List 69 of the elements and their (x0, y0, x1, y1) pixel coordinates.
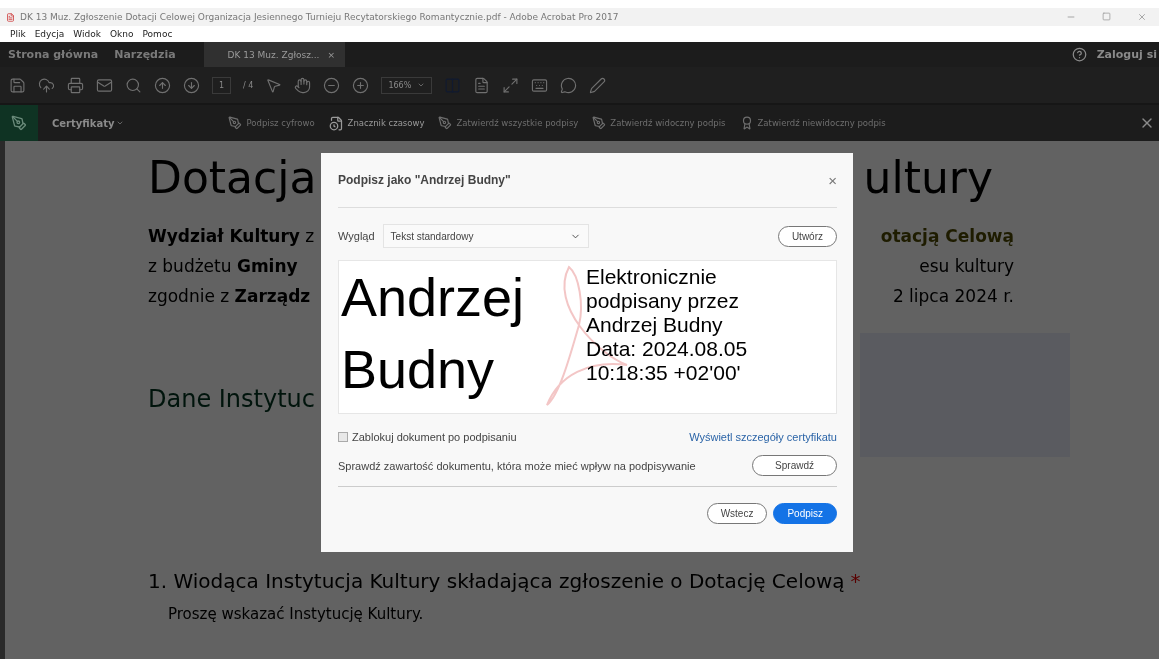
mail-icon[interactable] (96, 76, 113, 94)
signature-detail: Data: 2024.08.05 (586, 337, 748, 361)
create-button[interactable]: Utwórz (777, 225, 837, 247)
close-icon[interactable]: × (828, 171, 837, 189)
search-icon[interactable] (125, 76, 142, 94)
sign-button[interactable]: Podpisz (773, 503, 837, 524)
menu-item[interactable]: Edycja (34, 29, 65, 39)
signature-detail: Andrzej Budny (586, 313, 724, 337)
sign-in-link[interactable]: Zaloguj si (1096, 48, 1157, 61)
zoom-dropdown[interactable]: 166% (381, 76, 433, 94)
document-text: otacją Celową (880, 225, 1014, 248)
cloud-upload-icon[interactable] (38, 76, 55, 94)
certificate-tool-icon[interactable] (0, 105, 38, 141)
check-button[interactable]: Sprawdź (752, 455, 837, 476)
window-title: DK 13 Muz. Zgłoszenie Dotacji Celowej Organizacja Jesiennego Turnieju Recytatorskiego Romantycznie.pdf - Adobe Acrobat Pro 2017 (20, 12, 620, 22)
menu-item[interactable]: Plik (10, 29, 26, 39)
fullscreen-icon[interactable] (502, 76, 520, 94)
signature-detail: podpisany przez (586, 289, 740, 313)
save-icon[interactable] (9, 76, 26, 94)
appearance-label: Wygląd (338, 230, 375, 242)
zoom-in-icon[interactable] (352, 76, 370, 94)
pen-icon (228, 116, 243, 130)
document-text: esu kultury (919, 255, 1014, 278)
chevron-down-icon (417, 81, 426, 89)
required-mark: * (850, 569, 861, 593)
help-icon[interactable] (1071, 47, 1087, 62)
document-icon[interactable] (473, 76, 491, 94)
pdf-file-icon (6, 12, 15, 22)
pen-icon[interactable] (589, 76, 607, 94)
document-text: z budżetu Gminy (148, 255, 298, 278)
chevron-down-icon (116, 119, 125, 127)
menu-item[interactable]: Okno (110, 29, 134, 39)
document-text: zgodnie z Zarządz (148, 285, 311, 308)
certificate-tool[interactable]: Znacznik czasowy (328, 115, 425, 131)
page-number-field[interactable]: 1 (212, 76, 232, 94)
document-text: 2 lipca 2024 r. (892, 285, 1014, 308)
print-icon[interactable] (67, 76, 84, 94)
pen-icon (592, 116, 607, 130)
certificates-menu[interactable]: Certyfikaty (52, 117, 125, 129)
appearance-dropdown[interactable]: Tekst standardowy (382, 224, 589, 248)
signature-detail: 10:18:35 +02'00' (586, 361, 742, 385)
page-total: / 4 (243, 80, 254, 90)
previous-page-icon[interactable] (154, 76, 171, 94)
question-hint: Proszę wskazać Instytucję Kultury. (168, 605, 425, 623)
comment-icon[interactable] (560, 76, 578, 94)
menu-item[interactable]: Widok (73, 29, 101, 39)
pointer-icon[interactable] (265, 76, 283, 94)
check-document-text: Sprawdź zawartość dokumentu, która może mieć wpływ na podpisywanie (338, 459, 696, 472)
document-heading: Dotacja (148, 151, 317, 205)
hand-icon[interactable] (294, 76, 312, 94)
tab-close-icon[interactable]: × (327, 49, 335, 60)
tab[interactable]: DK 13 Muz. Zgłosz... × (203, 42, 345, 67)
menu-item[interactable]: Pomoc (142, 29, 173, 39)
question-text: 1. Wiodąca Instytucja Kultury składająca zgłoszenie o Dotację Celową (148, 569, 845, 593)
document-clock-icon (328, 115, 344, 131)
signature-name: Andrzej (341, 266, 526, 329)
pen-icon (438, 116, 453, 130)
lock-document-checkbox[interactable]: Zablokuj dokument po podpisaniu (338, 431, 517, 443)
zoom-out-icon[interactable] (323, 76, 341, 94)
back-button[interactable]: Wstecz (706, 503, 768, 524)
document-heading: ultury (863, 151, 993, 205)
signature-detail: Elektronicznie (586, 265, 718, 289)
certificate-details-link[interactable]: Wyświetl szczegóły certyfikatu (689, 431, 837, 443)
section-heading: Dane Instytuc (148, 385, 315, 413)
next-page-icon[interactable] (183, 76, 200, 94)
signature-name: Budny (341, 338, 496, 401)
document-text: Wydział Kultury z (148, 225, 315, 248)
keyboard-icon[interactable] (531, 76, 549, 94)
dialog-title: Podpisz jako "Andrzej Budny" (338, 173, 511, 187)
